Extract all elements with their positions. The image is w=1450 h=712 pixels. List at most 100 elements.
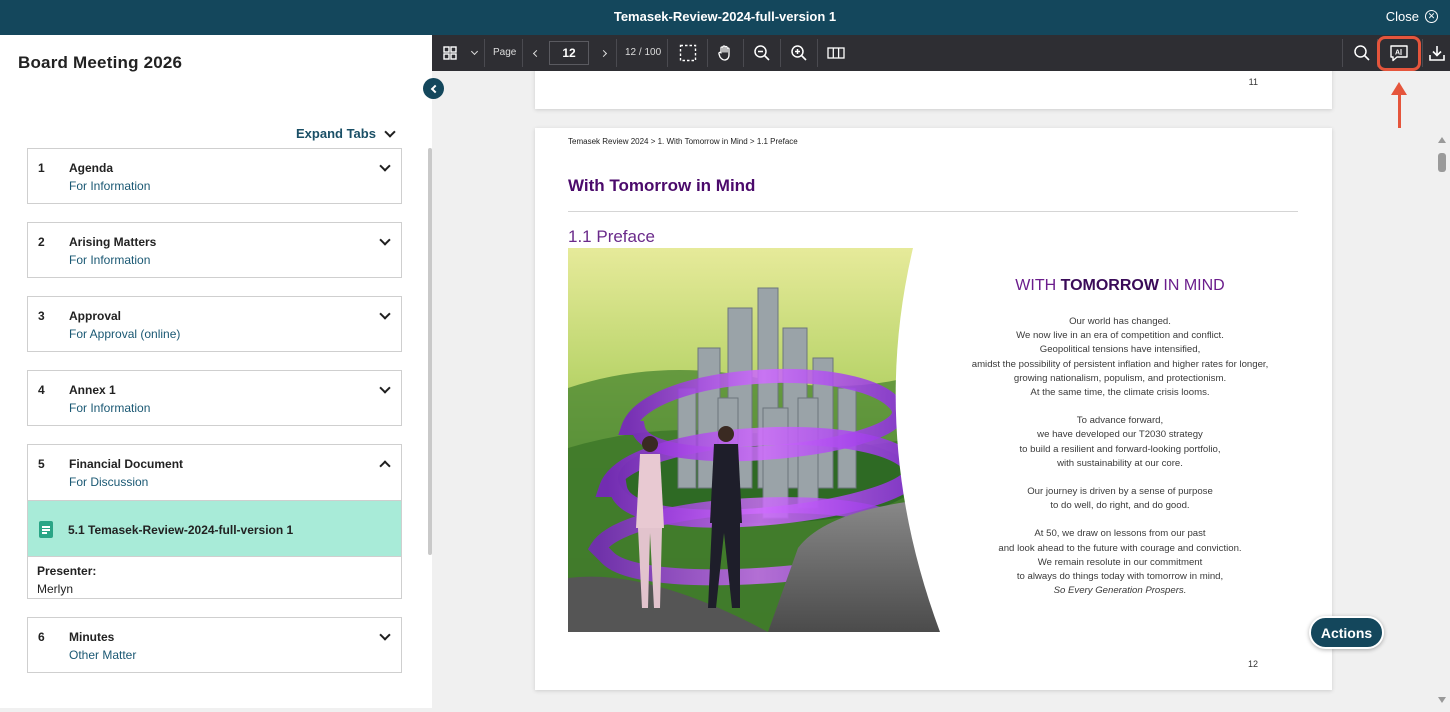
- stanza-2: To advance forward, we have developed our…: [1019, 415, 1221, 469]
- item-name: Approval: [69, 309, 122, 323]
- hand-icon: [718, 45, 730, 61]
- zoom-in-button[interactable]: [787, 35, 811, 71]
- chevron-left-icon: [430, 84, 440, 93]
- previous-page-button[interactable]: [526, 35, 546, 71]
- chevron-down-icon: [379, 629, 391, 641]
- scroll-up-arrow[interactable]: [1438, 137, 1446, 143]
- previous-page: 11: [535, 71, 1332, 109]
- item-type: For Information: [69, 253, 151, 267]
- chevron-down-icon: [379, 234, 391, 246]
- item-name: Arising Matters: [69, 235, 157, 249]
- chevron-down-icon: [379, 308, 391, 320]
- document-viewer[interactable]: 11 Temasek Review 2024 > 1. With Tomorro…: [432, 71, 1450, 712]
- search-button[interactable]: [1350, 35, 1374, 71]
- meeting-title: Board Meeting 2026: [18, 53, 183, 72]
- stanza-4: At 50, we draw on lessons from our past a…: [998, 528, 1242, 597]
- title-bar: Temasek-Review-2024-full-version 1 Close…: [0, 0, 1450, 35]
- stanza-3: Our journey is driven by a sense of purp…: [1027, 486, 1213, 512]
- item-name: Financial Document: [69, 457, 184, 471]
- agenda-item-5[interactable]: 5 Financial Document For Discussion 5.1 …: [27, 444, 402, 599]
- viewer-toolbar: Page 12 12 / 100 A: [432, 35, 1450, 71]
- item-number: 4: [38, 383, 45, 397]
- grid-icon: [443, 46, 457, 60]
- agenda-item-1[interactable]: 1 Agenda For Information: [27, 148, 402, 204]
- sub-item-document[interactable]: 5.1 Temasek-Review-2024-full-version 1: [28, 500, 401, 557]
- zoom-in-icon: [791, 45, 807, 61]
- agenda-item-4[interactable]: 4 Annex 1 For Information: [27, 370, 402, 426]
- page-label: Page: [493, 47, 517, 58]
- chevron-right-icon: [599, 49, 607, 57]
- expand-item-button[interactable]: [379, 157, 391, 175]
- thumbnails-button[interactable]: [440, 35, 460, 71]
- expand-tabs-label: Expand Tabs: [296, 126, 376, 141]
- collapse-sidebar-button[interactable]: [423, 78, 444, 99]
- item-name: Minutes: [69, 630, 115, 644]
- zoom-out-button[interactable]: [750, 35, 774, 71]
- expand-tabs-button[interactable]: Expand Tabs: [296, 125, 396, 141]
- agenda-sidebar: Board Meeting 2026 Expand Tabs 1 Agenda …: [0, 35, 432, 708]
- chevron-down-icon: [379, 382, 391, 394]
- page-breadcrumb: Temasek Review 2024 > 1. With Tomorrow i…: [568, 137, 798, 146]
- preface-text: WITH TOMORROW IN MIND Our world has chan…: [940, 276, 1300, 612]
- agenda-item-2[interactable]: 2 Arising Matters For Information: [27, 222, 402, 278]
- chevron-down-icon: [470, 47, 478, 56]
- page-number: 12: [1247, 659, 1258, 669]
- chevron-up-icon: [379, 460, 391, 472]
- expand-item-button[interactable]: [379, 379, 391, 397]
- pan-tool-button[interactable]: [713, 35, 737, 71]
- thumbnails-dropdown[interactable]: [468, 35, 480, 71]
- item-type: For Information: [69, 179, 151, 193]
- chevron-left-icon: [532, 49, 540, 57]
- stanza-1: Our world has changed. We now live in an …: [971, 316, 1269, 399]
- item-name: Agenda: [69, 161, 114, 175]
- expand-item-button[interactable]: [379, 231, 391, 249]
- expand-item-button[interactable]: [379, 305, 391, 323]
- page-heading: With Tomorrow in Mind: [568, 176, 756, 195]
- chevron-down-icon: [384, 125, 396, 138]
- marquee-select-button[interactable]: [676, 35, 700, 71]
- page-subheading: 1.1 Preface: [568, 227, 655, 246]
- columns-icon: [827, 47, 845, 59]
- highlight-annotation-button: [1377, 36, 1421, 71]
- collapse-item-button[interactable]: [379, 457, 391, 475]
- item-type: Other Matter: [69, 648, 137, 662]
- preface-title: WITH TOMORROW IN MIND: [1015, 277, 1225, 294]
- agenda-item-6[interactable]: 6 Minutes Other Matter: [27, 617, 402, 673]
- expand-item-button[interactable]: [379, 626, 391, 644]
- page-total: 12 / 100: [625, 47, 662, 58]
- item-number: 6: [38, 630, 45, 644]
- search-icon: [1354, 45, 1370, 61]
- page-number-input[interactable]: 12: [549, 41, 589, 65]
- agenda-item-3[interactable]: 3 Approval For Approval (online): [27, 296, 402, 352]
- page-layout-button[interactable]: [824, 35, 848, 71]
- zoom-out-icon: [754, 45, 770, 61]
- item-name: Annex 1: [69, 383, 116, 397]
- item-number: 1: [38, 161, 45, 175]
- current-page: Temasek Review 2024 > 1. With Tomorrow i…: [535, 128, 1332, 690]
- download-button[interactable]: [1425, 35, 1449, 71]
- next-page-button[interactable]: [593, 35, 613, 71]
- page-number: 11: [1248, 77, 1258, 87]
- presenter-name: Merlyn: [37, 582, 74, 596]
- actions-button[interactable]: Actions: [1309, 616, 1384, 649]
- item-type: For Information: [69, 401, 151, 415]
- item-number: 5: [38, 457, 45, 471]
- close-button[interactable]: Close ✕: [1386, 9, 1438, 24]
- divider: [568, 211, 1298, 212]
- item-type: For Approval (online): [69, 327, 181, 341]
- document-scrollbar[interactable]: [1438, 153, 1446, 172]
- item-number: 3: [38, 309, 45, 323]
- item-type: For Discussion: [69, 475, 149, 489]
- cover-illustration: [568, 248, 940, 632]
- sub-item-label: 5.1 Temasek-Review-2024-full-version 1: [68, 523, 294, 537]
- close-label: Close: [1385, 9, 1419, 24]
- scroll-down-arrow[interactable]: [1438, 697, 1446, 703]
- presenter-label: Presenter:: [37, 564, 97, 578]
- document-title: Temasek-Review-2024-full-version 1: [613, 9, 837, 24]
- chevron-down-icon: [379, 160, 391, 172]
- document-icon: [39, 521, 53, 538]
- arrow-shaft: [1398, 94, 1401, 128]
- download-icon: [1429, 46, 1445, 61]
- marquee-select-icon: [679, 44, 697, 62]
- close-icon: ✕: [1425, 10, 1438, 23]
